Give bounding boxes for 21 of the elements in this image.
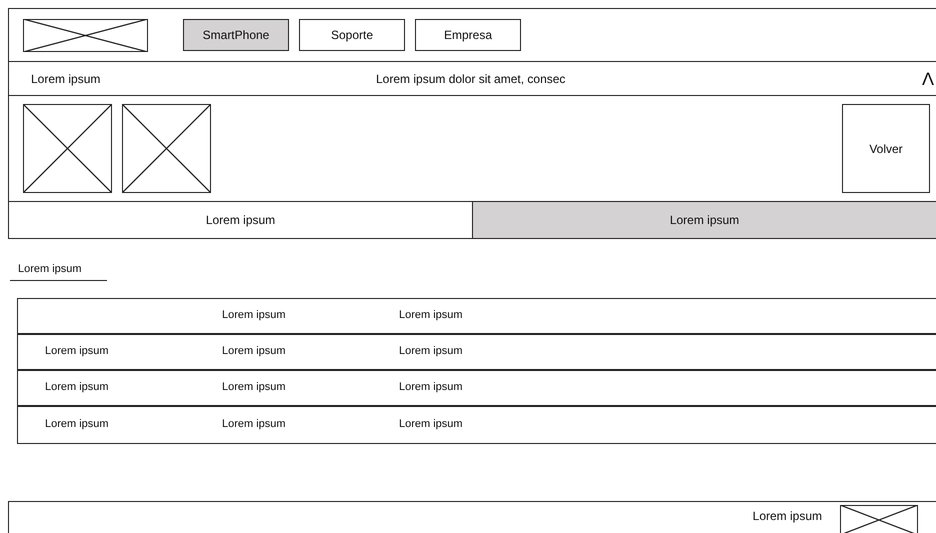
nav-tab[interactable]: Empresa <box>415 19 521 51</box>
section-title: Lorem ipsum <box>10 261 107 280</box>
info-label: Lorem ipsum <box>31 70 100 88</box>
table-cell-text: Lorem ipsum <box>44 344 110 360</box>
table-cell-text: Lorem ipsum <box>221 380 287 396</box>
tab[interactable]: Lorem ipsum <box>472 202 936 238</box>
collapse-toggle[interactable]: Λ <box>922 70 934 88</box>
info-text: Lorem ipsum dolor sit amet, consec <box>376 70 566 88</box>
table-cell-text: Lorem ipsum <box>398 380 464 396</box>
table-cell-text: Lorem ipsum <box>398 417 464 432</box>
footer-text: Lorem ipsum <box>752 508 822 524</box>
table-cell-text: Lorem ipsum <box>398 344 464 360</box>
nav-tab[interactable]: Soporte <box>299 19 405 51</box>
nav-tab[interactable]: SmartPhone <box>183 19 289 51</box>
column-header: Lorem ipsum <box>221 308 287 324</box>
table-cell-text: Lorem ipsum <box>221 417 287 432</box>
column-header: Lorem ipsum <box>398 308 464 324</box>
table-cell-text: Lorem ipsum <box>44 380 110 396</box>
table-cell-text: Lorem ipsum <box>221 344 287 360</box>
table-cell-text: Lorem ipsum <box>44 417 110 432</box>
back-button[interactable]: Volver <box>842 104 930 193</box>
